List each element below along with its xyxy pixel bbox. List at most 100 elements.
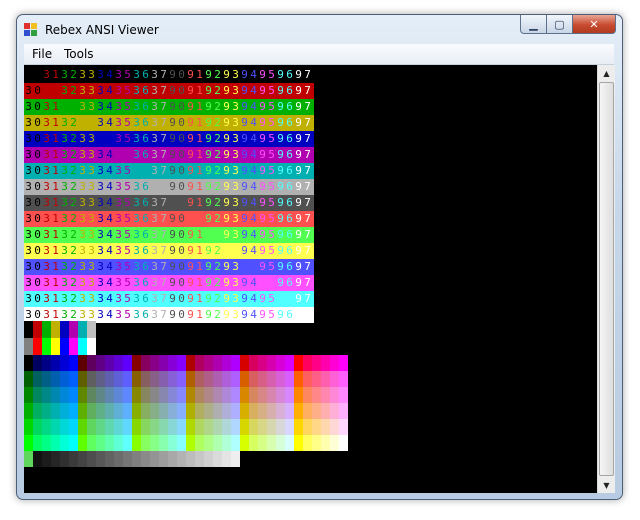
- ansi-char: 3: [232, 148, 239, 161]
- cube-color-swatch: [141, 371, 150, 387]
- ansi-terminal-view[interactable]: 3031323334353637909192939495969730313233…: [24, 65, 597, 493]
- ansi-char: 5: [124, 308, 131, 321]
- cube-color-swatch: [276, 371, 285, 387]
- basic-color-swatch: [42, 321, 51, 338]
- ansi-char: 9: [187, 260, 194, 273]
- ansi-char: 9: [205, 100, 212, 113]
- ansi-char: 3: [25, 292, 32, 305]
- title-bar[interactable]: Rebex ANSI Viewer ▁ ▢ ✕: [17, 15, 622, 45]
- ansi-char: 3: [232, 84, 239, 97]
- cube-color-swatch: [312, 355, 321, 371]
- ansi-char: 7: [160, 132, 167, 145]
- cube-color-swatch: [303, 419, 312, 435]
- ansi-char: 2: [70, 244, 77, 257]
- ansi-color-row: 30313233343536379091929394959697: [24, 131, 314, 147]
- ansi-char: 9: [259, 228, 266, 241]
- ansi-char: 2: [214, 132, 221, 145]
- ansi-char: 9: [223, 212, 230, 225]
- cube-color-swatch: [24, 387, 33, 403]
- ansi-char: 9: [295, 308, 302, 321]
- ansi-char: 4: [106, 244, 113, 257]
- cube-color-swatch: [69, 403, 78, 419]
- arrow-down-icon[interactable]: ▼: [599, 477, 614, 493]
- minimize-button[interactable]: ▁: [520, 15, 547, 34]
- cube-color-swatch: [87, 435, 96, 451]
- ansi-char: 0: [34, 68, 41, 81]
- cube-color-swatch: [204, 387, 213, 403]
- cube-color-swatch: [105, 403, 114, 419]
- cube-color-swatch: [87, 371, 96, 387]
- ansi-char: 0: [34, 244, 41, 257]
- cube-color-swatch: [258, 387, 267, 403]
- ansi-char: 9: [169, 132, 176, 145]
- scrollbar-thumb[interactable]: [599, 82, 614, 476]
- ansi-char: 4: [106, 212, 113, 225]
- ansi-char: 9: [187, 148, 194, 161]
- cube-color-swatch: [294, 355, 303, 371]
- ansi-char: 3: [151, 132, 158, 145]
- basic-color-swatch: [51, 321, 60, 338]
- menu-file[interactable]: File: [32, 47, 52, 61]
- cube-color-swatch: [96, 435, 105, 451]
- cube-color-swatch: [78, 371, 87, 387]
- ansi-char: 3: [88, 276, 95, 289]
- ansi-char: 9: [187, 84, 194, 97]
- ansi-char: 6: [142, 308, 149, 321]
- ansi-char: 2: [70, 84, 77, 97]
- ansi-char: 3: [25, 164, 32, 177]
- cube-color-swatch: [87, 403, 96, 419]
- arrow-up-icon[interactable]: ▲: [599, 65, 614, 81]
- menu-tools[interactable]: Tools: [64, 47, 94, 61]
- cube-color-swatch: [132, 371, 141, 387]
- ansi-char: 6: [286, 100, 293, 113]
- cube-color-swatch: [312, 387, 321, 403]
- ansi-char: 9: [277, 68, 284, 81]
- cube-color-swatch: [249, 403, 258, 419]
- ansi-char: 6: [286, 308, 293, 321]
- close-button[interactable]: ✕: [573, 15, 616, 34]
- gray-color-swatch: [24, 451, 33, 467]
- cube-color-swatch: [204, 403, 213, 419]
- cube-color-swatch: [150, 419, 159, 435]
- ansi-char: 7: [160, 308, 167, 321]
- app-window: Rebex ANSI Viewer ▁ ▢ ✕ File Tools 3 0 3 1 3…: [16, 14, 623, 500]
- ansi-char: 3: [88, 132, 95, 145]
- cube-color-swatch: [78, 387, 87, 403]
- ansi-color-row: 30313233343536379091929394959697: [24, 99, 314, 115]
- ansi-char: 3: [232, 292, 239, 305]
- maximize-button[interactable]: ▢: [547, 15, 573, 34]
- ansi-char: 9: [223, 148, 230, 161]
- cube-color-swatch: [105, 387, 114, 403]
- ansi-char: 6: [142, 132, 149, 145]
- cube-color-swatch: [96, 403, 105, 419]
- ansi-char: 4: [106, 100, 113, 113]
- ansi-char: 9: [295, 132, 302, 145]
- ansi-char: 9: [259, 196, 266, 209]
- cube-color-swatch: [294, 435, 303, 451]
- cube-color-swatch: [222, 387, 231, 403]
- cube-color-swatch: [132, 435, 141, 451]
- ansi-char: 9: [259, 132, 266, 145]
- cube-color-swatch: [33, 403, 42, 419]
- cube-color-swatch: [321, 435, 330, 451]
- ansi-char: 9: [187, 180, 194, 193]
- cube-color-swatch: [330, 371, 339, 387]
- ansi-char: 4: [250, 100, 257, 113]
- ansi-char: 4: [106, 84, 113, 97]
- cube-color-swatch: [276, 355, 285, 371]
- ansi-char: 1: [52, 196, 59, 209]
- ansi-char: 9: [295, 100, 302, 113]
- ansi-char: 1: [196, 292, 203, 305]
- ansi-char: 4: [250, 132, 257, 145]
- cube-color-swatch: [285, 403, 294, 419]
- ansi-char: 7: [304, 116, 311, 129]
- ansi-char: 6: [286, 212, 293, 225]
- ansi-char: 3: [61, 276, 68, 289]
- gray-color-swatch: [78, 451, 87, 467]
- vertical-scrollbar[interactable]: ▲ ▼: [597, 65, 615, 493]
- ansi-char: 0: [178, 116, 185, 129]
- ansi-char: 7: [304, 100, 311, 113]
- ansi-char: 5: [124, 148, 131, 161]
- ansi-char: 6: [142, 148, 149, 161]
- ansi-char: 6: [286, 180, 293, 193]
